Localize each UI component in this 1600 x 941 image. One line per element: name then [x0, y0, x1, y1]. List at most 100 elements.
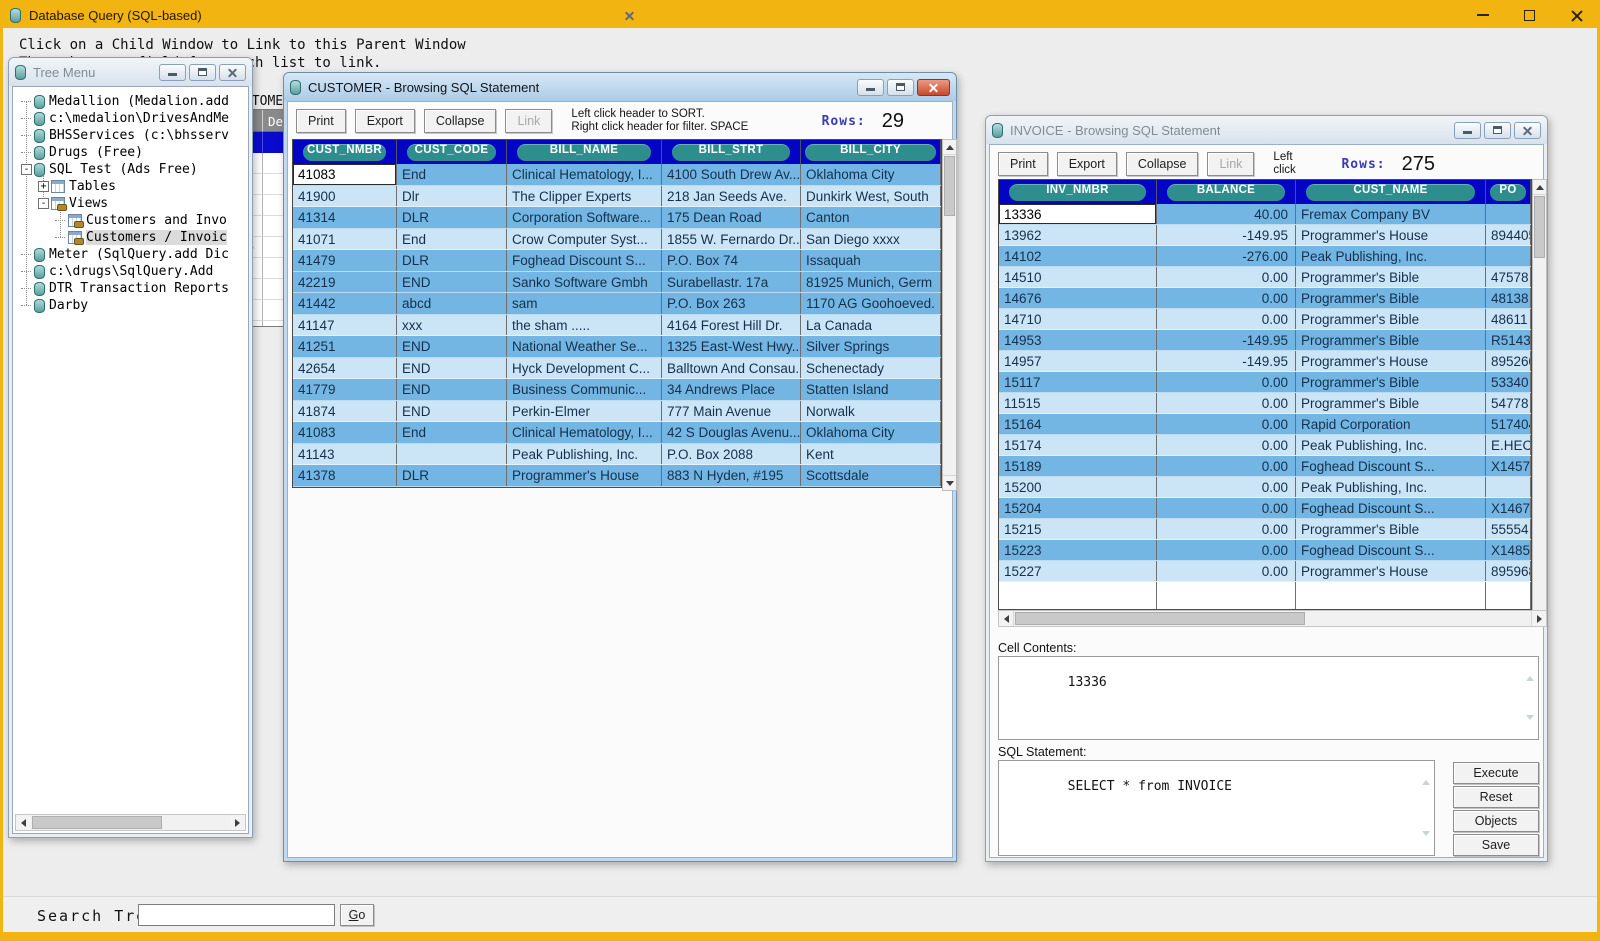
- tree-item[interactable]: c:\drugs\SqlQuery.Add: [17, 263, 246, 280]
- table-cell[interactable]: Dlr: [397, 186, 507, 207]
- table-row[interactable]: 152230.00Foghead Discount S...X14850J: [999, 540, 1531, 561]
- column-header-cust_code[interactable]: CUST_CODE: [397, 140, 507, 164]
- table-cell[interactable]: 883 N Hyden, #195: [662, 465, 801, 486]
- table-cell[interactable]: 40.00: [1157, 204, 1296, 224]
- table-cell[interactable]: 14957: [999, 351, 1157, 371]
- table-cell[interactable]: 13962: [999, 225, 1157, 245]
- table-cell[interactable]: -149.95: [1157, 225, 1296, 245]
- table-cell[interactable]: 218 Jan Seeds Ave.: [662, 186, 801, 207]
- main-maximize-button[interactable]: [1506, 0, 1553, 30]
- table-cell[interactable]: [1486, 204, 1531, 224]
- table-cell[interactable]: 41143: [293, 444, 397, 465]
- reset-button[interactable]: Reset: [1453, 786, 1539, 808]
- tree-item[interactable]: c:\medalion\DrivesAndMe: [17, 110, 246, 127]
- table-cell[interactable]: Schenectady: [801, 358, 941, 379]
- scrollbar-thumb[interactable]: [1534, 196, 1545, 258]
- invoice-print-button[interactable]: Print: [998, 152, 1048, 176]
- column-header-balance[interactable]: BALANCE: [1157, 180, 1296, 204]
- table-row[interactable]: 152040.00Foghead Discount S...X14673J: [999, 498, 1531, 519]
- table-cell[interactable]: San Diego xxxx: [801, 229, 941, 250]
- table-cell[interactable]: abcd: [397, 293, 507, 314]
- table-row[interactable]: 151640.00Rapid Corporation517404: [999, 414, 1531, 435]
- collapse-minus-icon[interactable]: -: [21, 164, 32, 175]
- table-cell[interactable]: Hyck Development C...: [507, 358, 662, 379]
- table-cell[interactable]: DLR: [397, 207, 507, 228]
- table-cell[interactable]: Programmer's Bible: [1296, 372, 1486, 392]
- table-cell[interactable]: 41083: [293, 422, 397, 443]
- table-cell[interactable]: 15117: [999, 372, 1157, 392]
- table-cell[interactable]: Programmer's Bible: [1296, 288, 1486, 308]
- execute-button[interactable]: Execute: [1453, 762, 1539, 784]
- table-cell[interactable]: 0.00: [1157, 456, 1296, 476]
- table-cell[interactable]: END: [397, 358, 507, 379]
- table-cell[interactable]: DLR: [397, 250, 507, 271]
- tree-close-button[interactable]: [219, 64, 246, 81]
- table-cell[interactable]: Rapid Corporation: [1296, 414, 1486, 434]
- table-cell[interactable]: Balltown And Consau...: [662, 358, 801, 379]
- table-row[interactable]: 152150.00Programmer's Bible55554: [999, 519, 1531, 540]
- table-cell[interactable]: [1486, 246, 1531, 266]
- table-cell[interactable]: 42654: [293, 358, 397, 379]
- table-cell[interactable]: 0.00: [1157, 435, 1296, 455]
- scrollbar-thumb[interactable]: [32, 816, 162, 829]
- table-cell[interactable]: Peak Publishing, Inc.: [1296, 246, 1486, 266]
- customer-collapse-button[interactable]: Collapse: [424, 109, 497, 133]
- table-cell[interactable]: R51434: [1486, 330, 1531, 350]
- table-cell[interactable]: 53340: [1486, 372, 1531, 392]
- tree-maximize-button[interactable]: [189, 64, 216, 81]
- column-header-bill_strt[interactable]: BILL_STRT: [662, 140, 801, 164]
- table-cell[interactable]: End: [397, 229, 507, 250]
- table-row[interactable]: 147100.00Programmer's Bible48611: [999, 309, 1531, 330]
- table-cell[interactable]: 41083: [293, 164, 397, 185]
- table-cell[interactable]: 14102: [999, 246, 1157, 266]
- table-cell[interactable]: 41251: [293, 336, 397, 357]
- table-row[interactable]: 41071EndCrow Computer Syst...1855 W. Fer…: [293, 229, 941, 251]
- table-cell[interactable]: 0.00: [1157, 477, 1296, 497]
- table-cell[interactable]: Kent: [801, 444, 941, 465]
- table-cell[interactable]: X14850J: [1486, 540, 1531, 560]
- scroll-left-icon[interactable]: [16, 815, 31, 830]
- table-cell[interactable]: 41378: [293, 465, 397, 486]
- table-cell[interactable]: Foghead Discount S...: [1296, 498, 1486, 518]
- table-cell[interactable]: END: [397, 379, 507, 400]
- table-row[interactable]: 152270.00Programmer's House895968: [999, 561, 1531, 582]
- table-cell[interactable]: Crow Computer Syst...: [507, 229, 662, 250]
- table-cell[interactable]: Programmer's Bible: [1296, 393, 1486, 413]
- table-cell[interactable]: Programmer's House: [507, 465, 662, 486]
- scroll-left-icon[interactable]: [999, 611, 1014, 626]
- table-cell[interactable]: Programmer's Bible: [1296, 330, 1486, 350]
- table-cell[interactable]: 0.00: [1157, 540, 1296, 560]
- table-cell[interactable]: -149.95: [1157, 351, 1296, 371]
- tree-item[interactable]: Customers / Invoic: [17, 229, 246, 246]
- table-row[interactable]: 146760.00Programmer's Bible48138: [999, 288, 1531, 309]
- table-row[interactable]: 14957-149.95Programmer's House895260: [999, 351, 1531, 372]
- scroll-up-icon[interactable]: [1533, 180, 1546, 195]
- table-row[interactable]: 14102-276.00Peak Publishing, Inc.: [999, 246, 1531, 267]
- table-cell[interactable]: Programmer's Bible: [1296, 267, 1486, 287]
- table-cell[interactable]: 54778: [1486, 393, 1531, 413]
- table-cell[interactable]: 55554: [1486, 519, 1531, 539]
- table-cell[interactable]: 777 Main Avenue: [662, 401, 801, 422]
- tree-item[interactable]: Drugs (Free): [17, 144, 246, 161]
- table-cell[interactable]: 0.00: [1157, 561, 1296, 581]
- table-cell[interactable]: 1855 W. Fernardo Dr...: [662, 229, 801, 250]
- table-cell[interactable]: P.O. Box 263: [662, 293, 801, 314]
- scroll-right-icon[interactable]: [1531, 611, 1546, 626]
- table-cell[interactable]: 517404: [1486, 414, 1531, 434]
- table-cell[interactable]: Clinical Hematology, I...: [507, 422, 662, 443]
- table-row[interactable]: 145100.00Programmer's Bible47578: [999, 267, 1531, 288]
- table-cell[interactable]: 14676: [999, 288, 1157, 308]
- table-cell[interactable]: -149.95: [1157, 330, 1296, 350]
- table-cell[interactable]: 41900: [293, 186, 397, 207]
- table-cell[interactable]: END: [397, 272, 507, 293]
- table-cell[interactable]: 48138: [1486, 288, 1531, 308]
- column-header-inv_nmbr[interactable]: INV_NMBR: [999, 180, 1157, 204]
- search-tree-input[interactable]: [138, 904, 335, 926]
- table-cell[interactable]: 34 Andrews Place: [662, 379, 801, 400]
- table-cell[interactable]: 41874: [293, 401, 397, 422]
- table-row[interactable]: 151890.00Foghead Discount S...X14578J: [999, 456, 1531, 477]
- table-row[interactable]: 42654ENDHyck Development C...Balltown An…: [293, 358, 941, 380]
- table-cell[interactable]: Oklahoma City: [801, 164, 941, 185]
- tree-minimize-button[interactable]: [159, 64, 186, 81]
- table-cell[interactable]: 0.00: [1157, 393, 1296, 413]
